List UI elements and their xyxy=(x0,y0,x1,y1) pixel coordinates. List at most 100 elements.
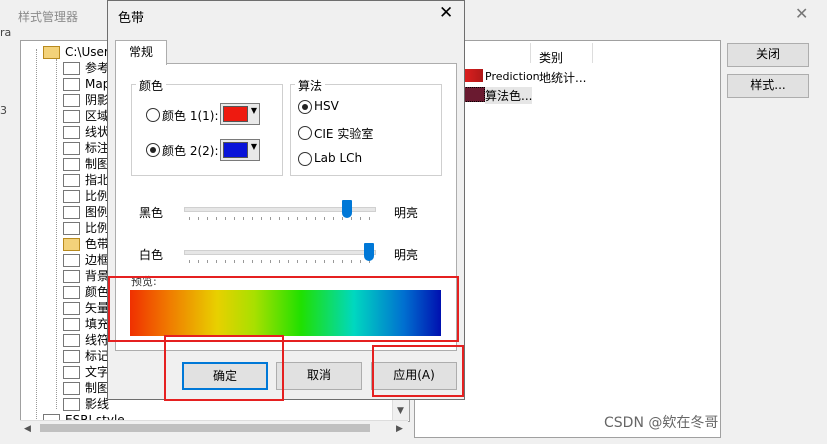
tree-item-label: 比例 xyxy=(85,221,110,235)
color1-radio[interactable] xyxy=(146,108,160,122)
slider-tick xyxy=(360,217,361,220)
folder-icon xyxy=(43,46,60,59)
tree-item-label: 线符 xyxy=(85,333,110,347)
folder-icon xyxy=(63,382,80,395)
folder-icon xyxy=(63,174,80,187)
folder-icon xyxy=(63,366,80,379)
algo-hsv-label[interactable]: HSV xyxy=(314,99,339,113)
folder-icon xyxy=(63,78,80,91)
algo-cie-radio[interactable] xyxy=(298,126,312,140)
cancel-button[interactable]: 取消 xyxy=(276,362,362,390)
slider-tick xyxy=(261,217,262,220)
edge-text: ra xyxy=(0,26,12,39)
highlight-apply xyxy=(372,345,464,397)
algorithm-group-title: 算法 xyxy=(295,77,326,94)
slider-tick xyxy=(207,260,208,263)
color2-swatch xyxy=(223,142,248,158)
slider-tick xyxy=(270,260,271,263)
folder-icon xyxy=(63,254,80,267)
algo-lab-lch-radio[interactable] xyxy=(298,152,312,166)
tree-item-label: 影线 xyxy=(85,397,110,411)
algo-cie-label[interactable]: CIE 实验室 xyxy=(314,125,373,142)
folder-icon xyxy=(63,334,80,347)
slider-tick xyxy=(288,217,289,220)
column-header-category[interactable]: 类别 xyxy=(539,49,563,66)
folder-icon xyxy=(63,94,80,107)
dialog-title: 色带 xyxy=(118,11,145,26)
algo-hsv-radio[interactable] xyxy=(298,100,312,114)
tree-item-label: 色带 xyxy=(85,237,110,251)
tree-item-label: 标记 xyxy=(85,349,110,363)
folder-icon xyxy=(63,270,80,283)
list-item-name[interactable]: Prediction xyxy=(485,70,540,83)
slider-tick xyxy=(333,260,334,263)
folder-icon xyxy=(63,126,80,139)
folder-icon xyxy=(63,206,80,219)
tree-item-label: 矢量 xyxy=(85,301,110,315)
slider-tick xyxy=(306,260,307,263)
color2-label[interactable]: 颜色 2(2): xyxy=(162,142,219,159)
list-item-category: 地统计... xyxy=(539,71,587,85)
bright-label: 明亮 xyxy=(394,206,419,220)
algo-lab-lch-label[interactable]: Lab LCh xyxy=(314,151,362,165)
slider-tick xyxy=(243,260,244,263)
slider-tick xyxy=(297,217,298,220)
black-label: 黑色 xyxy=(139,206,164,220)
slider-tick xyxy=(198,217,199,220)
slider-tick xyxy=(207,217,208,220)
close-button[interactable]: 关闭 xyxy=(727,43,809,67)
slider-tick xyxy=(252,260,253,263)
color2-radio[interactable] xyxy=(146,143,160,157)
style-button[interactable]: 样式... xyxy=(727,74,809,98)
white-slider-track[interactable] xyxy=(184,250,376,255)
slider-tick xyxy=(198,260,199,263)
slider-tick xyxy=(279,260,280,263)
column-separator xyxy=(530,43,531,63)
edge-text: 3 xyxy=(0,104,7,117)
scroll-left-icon[interactable]: ◀ xyxy=(24,424,31,434)
white-slider-thumb[interactable] xyxy=(364,243,374,261)
slider-tick xyxy=(270,217,271,220)
slider-tick xyxy=(315,260,316,263)
slider-tick xyxy=(225,260,226,263)
tree-item-label: 线状 xyxy=(85,125,110,139)
horizontal-scroll-thumb[interactable] xyxy=(40,424,370,432)
color-ramp-swatch xyxy=(463,87,485,102)
tree-item-label: 参考 xyxy=(85,61,110,75)
slider-tick xyxy=(297,260,298,263)
dropdown-arrow-icon: ▼ xyxy=(250,106,257,115)
color1-label[interactable]: 颜色 1(1): xyxy=(162,107,219,124)
slider-tick xyxy=(189,217,190,220)
style-manager-close-icon[interactable]: ✕ xyxy=(795,4,808,23)
tree-item-label: 标注 xyxy=(85,141,110,155)
slider-tick xyxy=(216,217,217,220)
folder-icon xyxy=(63,286,80,299)
white-label: 白色 xyxy=(139,248,164,262)
slider-tick xyxy=(333,217,334,220)
folder-icon xyxy=(63,318,80,331)
tree-item-label: 区域 xyxy=(85,109,110,123)
folder-icon xyxy=(63,62,80,75)
folder-icon xyxy=(63,302,80,315)
watermark: CSDN @欸在冬哥 xyxy=(604,415,719,431)
highlight-preview xyxy=(108,276,459,342)
tab-general[interactable]: 常规 xyxy=(115,40,167,65)
scroll-down-icon[interactable]: ▼ xyxy=(397,406,404,416)
close-icon[interactable]: ✕ xyxy=(439,3,453,23)
slider-tick xyxy=(315,217,316,220)
color1-picker[interactable]: ▼ xyxy=(220,103,260,125)
column-separator xyxy=(592,43,593,63)
slider-tick xyxy=(243,217,244,220)
scroll-right-icon[interactable]: ▶ xyxy=(396,424,403,434)
tree-item-label: 指北 xyxy=(85,173,110,187)
bright-label: 明亮 xyxy=(394,248,419,262)
color2-picker[interactable]: ▼ xyxy=(220,139,260,161)
folder-icon xyxy=(63,238,80,251)
style-manager-title: 样式管理器 xyxy=(18,10,79,24)
list-item-name[interactable]: 算法色... xyxy=(485,87,533,104)
black-slider-thumb[interactable] xyxy=(342,200,353,218)
color-group xyxy=(131,84,283,176)
slider-tick xyxy=(342,217,343,220)
slider-tick xyxy=(351,217,352,220)
slider-tick xyxy=(234,217,235,220)
